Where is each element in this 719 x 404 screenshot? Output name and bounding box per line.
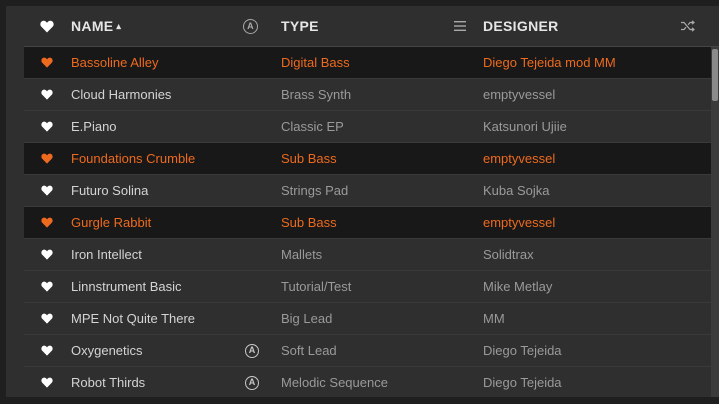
scrollbar[interactable] [711, 47, 719, 397]
preset-type: Big Lead [281, 311, 333, 326]
arturia-badge-letter: A [245, 343, 259, 358]
arturia-badge-letter: A [245, 375, 259, 390]
preset-list[interactable]: Bassoline Alley Digital Bass Diego Tejei… [24, 47, 711, 397]
favorite-heart-icon[interactable] [40, 303, 54, 334]
arturia-badge-icon [244, 303, 260, 334]
scrollbar-thumb[interactable] [712, 49, 718, 101]
preset-name: Foundations Crumble [71, 151, 196, 166]
preset-designer: MM [483, 311, 505, 326]
preset-type: Sub Bass [281, 151, 337, 166]
preset-type: Classic EP [281, 119, 344, 134]
preset-row[interactable]: Futuro Solina Strings Pad Kuba Sojka [24, 175, 711, 207]
arturia-badge-icon: A [244, 367, 260, 397]
preset-designer: Kuba Sojka [483, 183, 550, 198]
arturia-badge-icon [244, 239, 260, 270]
arturia-badge-icon [244, 271, 260, 302]
preset-type: Sub Bass [281, 215, 337, 230]
preset-name: Linnstrument Basic [71, 279, 182, 294]
favorite-heart-icon[interactable] [40, 271, 54, 302]
favorite-heart-icon[interactable] [40, 175, 54, 206]
preset-designer: Mike Metlay [483, 279, 553, 294]
preset-designer: emptyvessel [483, 151, 556, 166]
preset-designer: Diego Tejeida mod MM [483, 55, 616, 70]
preset-type: Strings Pad [281, 183, 349, 198]
favorite-heart-icon[interactable] [40, 143, 54, 174]
arturia-badge-icon [244, 111, 260, 142]
arturia-badge-icon [244, 175, 260, 206]
heart-icon[interactable] [40, 6, 54, 46]
name-column-label: NAME [71, 18, 114, 34]
preset-designer: Diego Tejeida [483, 343, 562, 358]
preset-row[interactable]: Oxygenetics A Soft Lead Diego Tejeida [24, 335, 711, 367]
favorite-heart-icon[interactable] [40, 207, 54, 238]
sort-ascending-icon: ▴ [116, 20, 122, 31]
arturia-badge-icon: A [244, 335, 260, 366]
preset-designer: Diego Tejeida [483, 375, 562, 390]
preset-name: E.Piano [71, 119, 117, 134]
favorite-heart-icon[interactable] [40, 79, 54, 110]
preset-name: Gurgle Rabbit [71, 215, 152, 230]
preset-browser: NAME ▴ A TYPE DESIGNER Bassoline Alley D… [6, 6, 719, 397]
preset-name: Iron Intellect [71, 247, 142, 262]
preset-row[interactable]: MPE Not Quite There Big Lead MM [24, 303, 711, 335]
arturia-badge-icon [244, 79, 260, 110]
shuffle-icon[interactable] [681, 6, 695, 46]
preset-row[interactable]: Robot Thirds A Melodic Sequence Diego Te… [24, 367, 711, 397]
preset-name: Oxygenetics [71, 343, 143, 358]
preset-row[interactable]: Iron Intellect Mallets Solidtrax [24, 239, 711, 271]
type-column-header[interactable]: TYPE [281, 6, 319, 46]
preset-row[interactable]: Foundations Crumble Sub Bass emptyvessel [24, 143, 711, 175]
favorite-heart-icon[interactable] [40, 239, 54, 270]
name-column-header[interactable]: NAME ▴ [71, 6, 121, 46]
arturia-badge-icon[interactable]: A [243, 6, 258, 46]
arturia-badge-icon [244, 47, 260, 78]
designer-column-header[interactable]: DESIGNER [483, 6, 559, 46]
preset-type: Mallets [281, 247, 323, 262]
preset-row[interactable]: Linnstrument Basic Tutorial/Test Mike Me… [24, 271, 711, 303]
favorite-heart-icon[interactable] [40, 47, 54, 78]
preset-name: Futuro Solina [71, 183, 149, 198]
favorite-heart-icon[interactable] [40, 335, 54, 366]
preset-name: MPE Not Quite There [71, 311, 196, 326]
preset-type: Digital Bass [281, 55, 350, 70]
favorite-heart-icon[interactable] [40, 367, 54, 397]
arturia-badge-icon [244, 143, 260, 174]
menu-icon[interactable] [454, 6, 466, 46]
column-header: NAME ▴ A TYPE DESIGNER [24, 6, 719, 47]
preset-type: Melodic Sequence [281, 375, 388, 390]
favorite-heart-icon[interactable] [40, 111, 54, 142]
preset-type: Soft Lead [281, 343, 337, 358]
preset-row[interactable]: Gurgle Rabbit Sub Bass emptyvessel [24, 207, 711, 239]
arturia-badge-icon [244, 207, 260, 238]
preset-designer: emptyvessel [483, 87, 556, 102]
preset-row[interactable]: E.Piano Classic EP Katsunori Ujiie [24, 111, 711, 143]
preset-designer: emptyvessel [483, 215, 556, 230]
preset-type: Tutorial/Test [281, 279, 352, 294]
preset-name: Robot Thirds [71, 375, 146, 390]
preset-name: Bassoline Alley [71, 55, 159, 70]
preset-designer: Katsunori Ujiie [483, 119, 567, 134]
preset-name: Cloud Harmonies [71, 87, 172, 102]
preset-type: Brass Synth [281, 87, 352, 102]
preset-designer: Solidtrax [483, 247, 534, 262]
preset-row[interactable]: Bassoline Alley Digital Bass Diego Tejei… [24, 47, 711, 79]
preset-row[interactable]: Cloud Harmonies Brass Synth emptyvessel [24, 79, 711, 111]
